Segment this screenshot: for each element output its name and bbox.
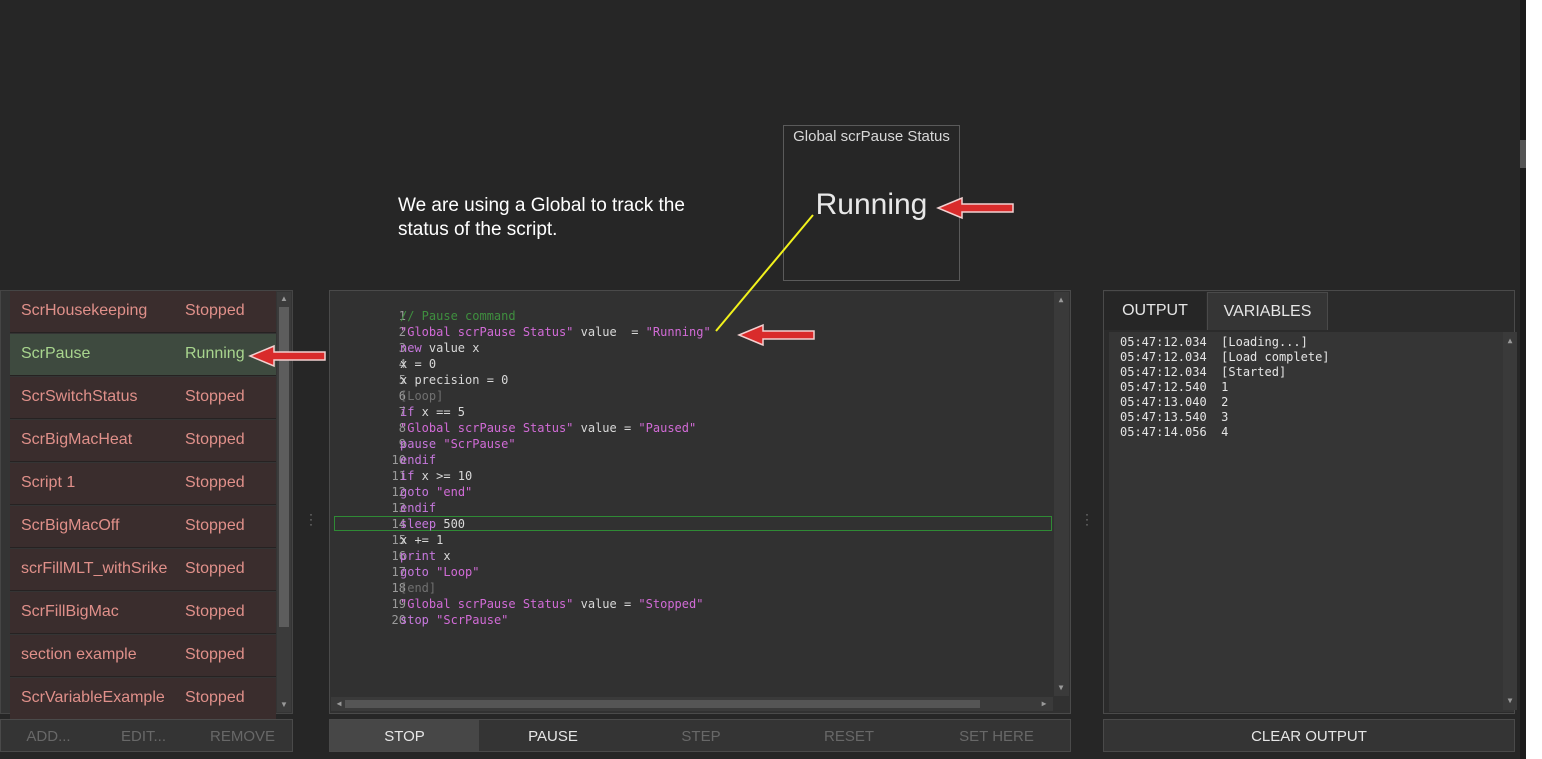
red-arrow-icon [737, 323, 815, 347]
annotation-connector-line [715, 214, 814, 332]
annotation-overlay [248, 196, 1014, 368]
red-arrow-icon [936, 196, 1014, 220]
red-arrow-icon [248, 344, 326, 368]
